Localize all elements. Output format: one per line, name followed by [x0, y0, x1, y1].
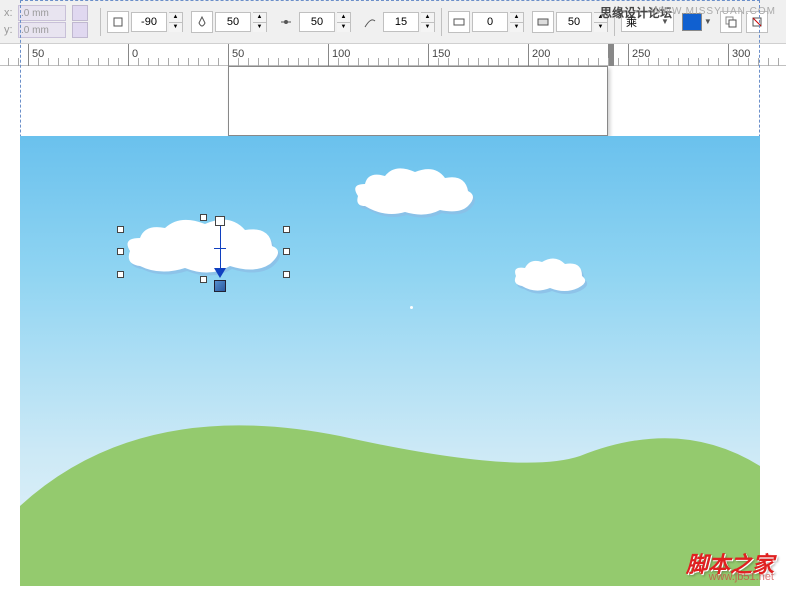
cloud-shape — [510, 256, 595, 299]
transparency-midpoint-dash[interactable] — [214, 248, 226, 249]
x-label: x: — [4, 7, 16, 19]
selection-handle[interactable] — [200, 276, 207, 283]
y-label: y: — [4, 24, 16, 36]
transparency-end-handle[interactable] — [214, 280, 226, 292]
transparency-start-handle[interactable] — [215, 216, 225, 226]
selection-handle[interactable] — [283, 248, 290, 255]
center-point-icon — [410, 306, 413, 309]
transparency-arrow-icon — [214, 268, 226, 278]
sky-background — [20, 136, 760, 586]
selection-handle[interactable] — [200, 214, 207, 221]
selection-handle[interactable] — [283, 226, 290, 233]
selection-handle[interactable] — [117, 271, 124, 278]
bottom-url-watermark: www.jb51.net — [709, 571, 774, 583]
canvas[interactable] — [0, 66, 786, 587]
selection-handle[interactable] — [117, 248, 124, 255]
selection-handle[interactable] — [283, 271, 290, 278]
hill-shape — [20, 386, 760, 586]
selected-cloud-shape[interactable] — [120, 216, 290, 289]
cloud-shape — [350, 166, 480, 224]
selection-handle[interactable] — [117, 226, 124, 233]
